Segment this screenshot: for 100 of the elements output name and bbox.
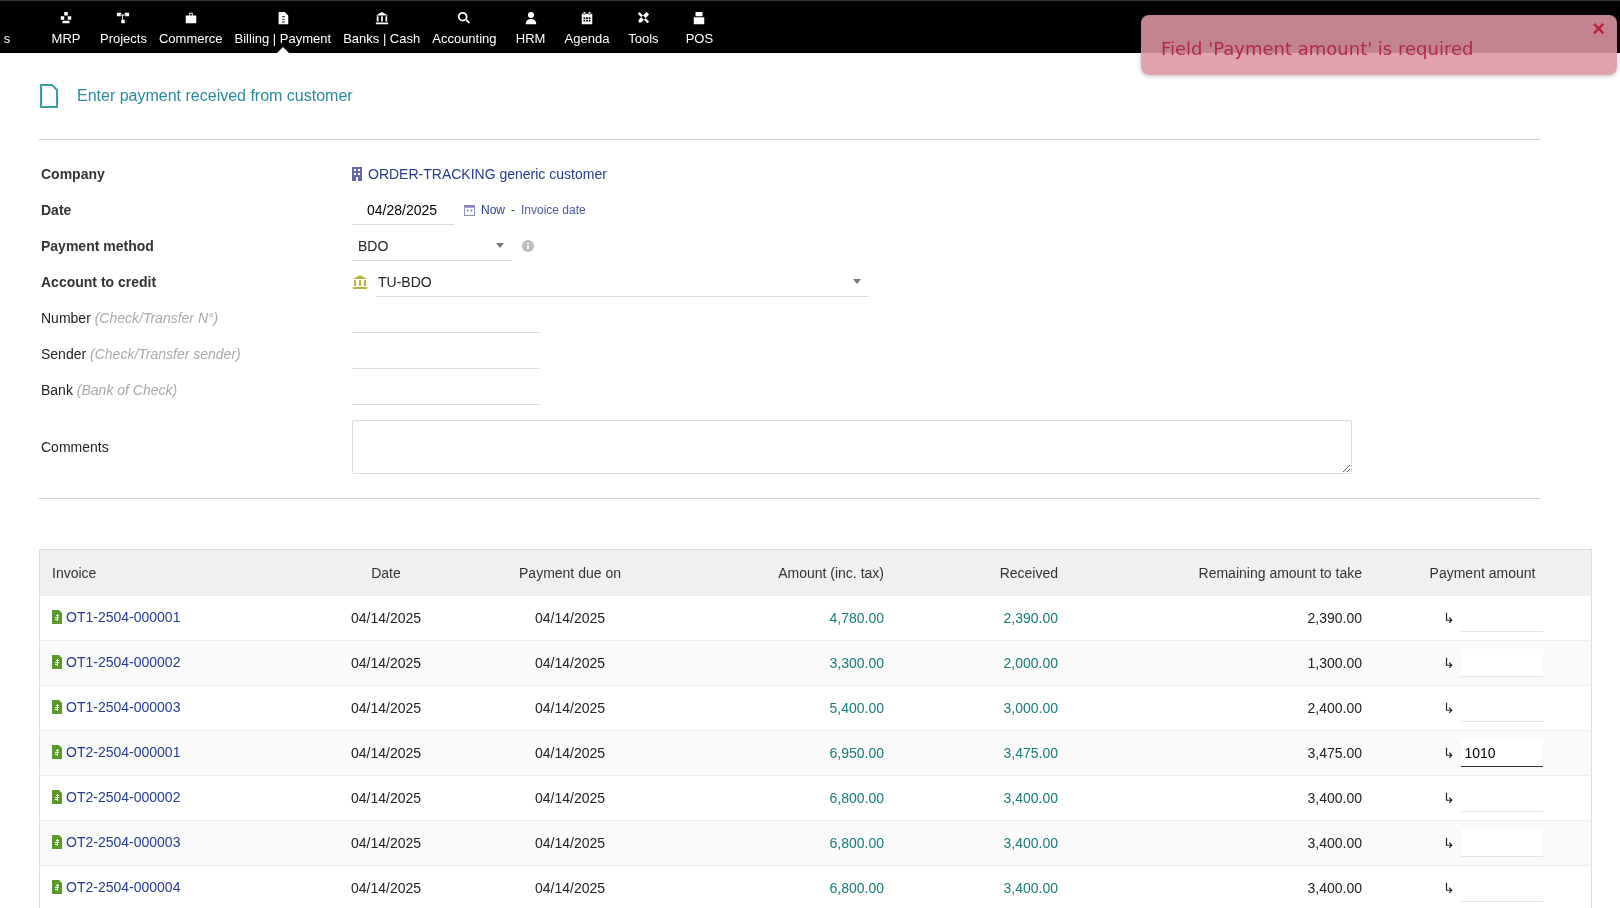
now-link[interactable]: Now	[481, 203, 505, 217]
comments-field[interactable]	[352, 420, 1352, 474]
invoice-date-link[interactable]: Invoice date	[521, 203, 586, 217]
field-label: Bank (Bank of Check)	[41, 382, 179, 398]
column-header: Remaining amount to take	[1070, 549, 1374, 596]
menu-item[interactable]: Banks | Cash	[337, 1, 427, 53]
tools-icon	[636, 11, 651, 25]
payment-amount-field[interactable]	[1460, 829, 1543, 857]
search-icon	[457, 11, 472, 25]
menu-item[interactable]: Tools	[615, 1, 672, 53]
company-link[interactable]: ORDER-TRACKING generic customer	[368, 166, 607, 182]
received-link[interactable]: 3,475.00	[896, 730, 1070, 776]
cubes-icon	[59, 11, 73, 25]
invoice-link[interactable]: OT2-2504-000004	[52, 879, 181, 895]
building-icon	[352, 167, 362, 181]
invoice-link[interactable]: OT2-2504-000003	[52, 834, 181, 850]
fill-amount-button[interactable]: ↳	[1442, 880, 1455, 896]
payment-amount-field[interactable]: 1010	[1460, 739, 1543, 767]
fill-amount-button[interactable]: ↳	[1442, 790, 1455, 806]
table-cell: 1,300.00	[1070, 640, 1374, 686]
separator-text: -	[511, 203, 515, 217]
fill-amount-button[interactable]: ↳	[1442, 700, 1455, 716]
menu-item[interactable]: Commerce	[152, 1, 229, 53]
table-cell: 04/14/2025	[314, 820, 458, 866]
invoice-link[interactable]: OT2-2504-000001	[52, 744, 181, 760]
error-message: Field 'Payment amount' is required	[1161, 37, 1474, 59]
table-cell: 2,400.00	[1070, 685, 1374, 731]
invoice-icon	[52, 700, 62, 714]
invoice-icon	[52, 880, 62, 894]
info-icon	[522, 240, 534, 252]
field-label: Sender (Check/Transfer sender)	[41, 346, 242, 362]
menu-item[interactable]: HRM	[502, 1, 559, 53]
invoice-icon	[52, 745, 62, 759]
table-cell: 3,400.00	[1070, 820, 1374, 866]
amount-link[interactable]: 6,950.00	[682, 730, 896, 776]
column-header: Payment due on	[458, 549, 682, 596]
invoice-icon	[52, 610, 62, 624]
payment-method-dropdown[interactable]: BDO	[352, 231, 512, 261]
calendar-icon	[579, 11, 594, 25]
invoice-icon	[52, 655, 62, 669]
menu-item[interactable]: Billing | Payment	[228, 1, 338, 53]
payment-amount-field[interactable]	[1460, 649, 1543, 677]
received-link[interactable]: 2,000.00	[896, 640, 1070, 686]
amount-link[interactable]: 3,300.00	[682, 640, 896, 686]
fill-amount-button[interactable]: ↳	[1442, 835, 1455, 851]
table-cell: 04/14/2025	[458, 640, 682, 686]
column-header: Invoice	[39, 549, 314, 596]
user-icon	[523, 11, 538, 25]
amount-link[interactable]: 6,800.00	[682, 775, 896, 821]
amount-link[interactable]: 5,400.00	[682, 685, 896, 731]
bank-icon	[352, 274, 368, 290]
menu-item[interactable]: Projects	[94, 1, 153, 53]
fill-amount-button[interactable]: ↳	[1442, 610, 1455, 626]
table-cell: 04/14/2025	[458, 865, 682, 908]
column-header: Amount (inc. tax)	[682, 549, 896, 596]
briefcase-icon	[183, 11, 198, 25]
field-label: Number (Check/Transfer N°)	[41, 310, 220, 326]
bank-icon	[374, 11, 389, 25]
received-link[interactable]: 3,400.00	[896, 865, 1070, 908]
table-cell: 04/14/2025	[314, 730, 458, 776]
fill-amount-button[interactable]: ↳	[1442, 655, 1455, 671]
hierarchy-icon	[116, 11, 131, 25]
received-link[interactable]: 3,400.00	[896, 775, 1070, 821]
field-label: Comments	[41, 439, 110, 455]
page-title: Enter payment received from customer	[77, 87, 353, 105]
column-header: Date	[314, 549, 458, 596]
table-cell: 2,390.00	[1070, 595, 1374, 641]
table-cell: 04/14/2025	[458, 775, 682, 821]
fill-amount-button[interactable]: ↳	[1442, 745, 1455, 761]
invoice-link[interactable]: OT1-2504-000001	[52, 609, 181, 625]
table-cell: 3,475.00	[1070, 730, 1374, 776]
menu-item[interactable]: s	[0, 1, 38, 53]
invoice-link[interactable]: OT1-2504-000003	[52, 699, 181, 715]
menu-item[interactable]: Accounting	[426, 1, 503, 53]
table-cell: 04/14/2025	[458, 730, 682, 776]
menu-item[interactable]: POS	[671, 1, 728, 53]
field-label: Date	[41, 202, 73, 218]
amount-link[interactable]: 6,800.00	[682, 820, 896, 866]
menu-item[interactable]: Agenda	[558, 1, 616, 53]
received-link[interactable]: 2,390.00	[896, 595, 1070, 641]
amount-link[interactable]: 6,800.00	[682, 865, 896, 908]
calendar-icon[interactable]	[464, 204, 475, 216]
received-link[interactable]: 3,400.00	[896, 820, 1070, 866]
table-cell: 04/14/2025	[458, 685, 682, 731]
invoice-link[interactable]: OT1-2504-000002	[52, 654, 181, 670]
document-icon	[39, 83, 59, 109]
account-dropdown[interactable]: TU-BDO	[376, 267, 869, 297]
invoice-icon	[52, 790, 62, 804]
field-label: Payment method	[41, 238, 155, 254]
amount-link[interactable]: 4,780.00	[682, 595, 896, 641]
invoice-icon	[52, 835, 62, 849]
invoice-link[interactable]: OT2-2504-000002	[52, 789, 181, 805]
table-cell: 04/14/2025	[458, 595, 682, 641]
table-cell: 04/14/2025	[314, 595, 458, 641]
column-header: Received	[896, 549, 1070, 596]
table-cell: 3,400.00	[1070, 775, 1374, 821]
received-link[interactable]: 3,000.00	[896, 685, 1070, 731]
table-cell: 3,400.00	[1070, 865, 1374, 908]
column-header: Payment amount	[1374, 549, 1592, 596]
menu-item[interactable]: MRP	[38, 1, 94, 53]
